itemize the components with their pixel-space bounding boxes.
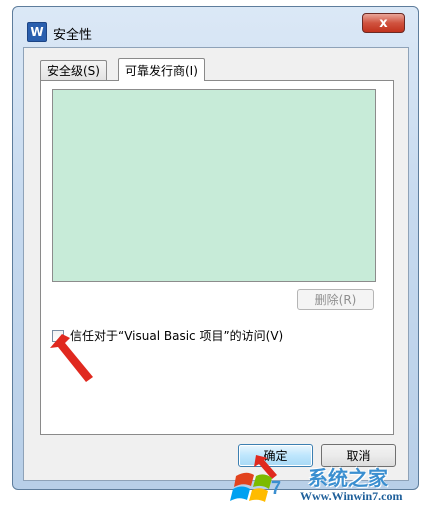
- close-icon: x: [379, 15, 388, 31]
- close-button[interactable]: x: [362, 13, 405, 33]
- svg-text:7: 7: [271, 478, 281, 498]
- trusted-publisher-list[interactable]: [52, 89, 376, 282]
- security-dialog: W 安全性 x 安全级(S) 可靠发行商(I) 删除(R) 信任对于“Visua…: [12, 6, 419, 490]
- watermark-brand: 系统之家: [308, 466, 388, 490]
- tab-security-level[interactable]: 安全级(S): [40, 60, 107, 80]
- site-watermark: 7 系统之家 Www.Winwin7.com: [228, 456, 424, 510]
- tab-trusted-publishers[interactable]: 可靠发行商(I): [118, 58, 205, 81]
- wps-writer-icon: W: [27, 22, 47, 42]
- title-bar[interactable]: W 安全性 x: [13, 7, 418, 47]
- remove-button[interactable]: 删除(R): [297, 289, 374, 310]
- annotation-arrow-icon: [50, 334, 93, 382]
- dialog-client-area: 安全级(S) 可靠发行商(I) 删除(R) 信任对于“Visual Basic …: [23, 47, 409, 481]
- watermark-url: Www.Winwin7.com: [300, 489, 403, 503]
- dialog-title: 安全性: [53, 28, 93, 43]
- trust-vba-label: 信任对于“Visual Basic 项目”的访问(V): [70, 329, 284, 343]
- windows7-logo-icon: 7: [230, 472, 281, 502]
